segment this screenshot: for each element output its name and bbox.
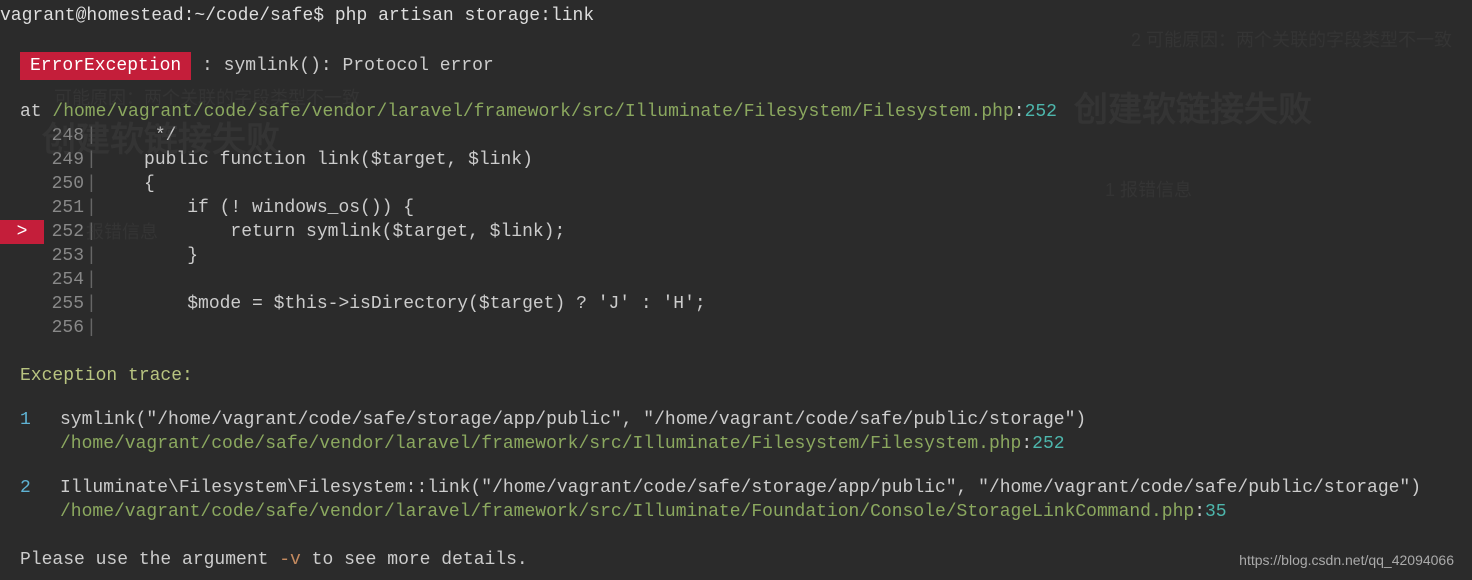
trace-header: Exception trace: bbox=[0, 364, 1472, 388]
code-line: 251| if (! windows_os()) { bbox=[0, 196, 1472, 220]
code-snippet: 248| */249| public function link($target… bbox=[0, 124, 1472, 340]
code-text: return symlink($target, $link); bbox=[101, 220, 565, 244]
trace-body: Illuminate\Filesystem\Filesystem::link("… bbox=[60, 476, 1472, 524]
trace-linenum: 252 bbox=[1032, 434, 1064, 454]
trace-sep: : bbox=[1021, 434, 1032, 454]
gutter-pipe: | bbox=[84, 292, 101, 316]
error-line: ErrorException : symlink(): Protocol err… bbox=[0, 52, 1472, 80]
trace-call: symlink("/home/vagrant/code/safe/storage… bbox=[60, 408, 1472, 432]
line-number: 256 bbox=[44, 316, 84, 340]
footer-arg: -v bbox=[279, 550, 301, 570]
gutter-pipe: | bbox=[84, 196, 101, 220]
at-prefix: at bbox=[20, 102, 52, 122]
code-line: 255| $mode = $this->isDirectory($target)… bbox=[0, 292, 1472, 316]
code-line: 254| bbox=[0, 268, 1472, 292]
gutter-pipe: | bbox=[84, 268, 101, 292]
trace-path: /home/vagrant/code/safe/vendor/laravel/f… bbox=[60, 502, 1194, 522]
at-linenum: 252 bbox=[1025, 102, 1057, 122]
footer-prefix: Please use the argument bbox=[20, 550, 279, 570]
line-number: 248 bbox=[44, 124, 84, 148]
error-message: symlink(): Protocol error bbox=[224, 56, 494, 76]
at-path: /home/vagrant/code/safe/vendor/laravel/f… bbox=[52, 102, 1013, 122]
code-text: } bbox=[101, 244, 198, 268]
watermark: https://blog.csdn.net/qq_42094066 bbox=[1239, 548, 1454, 572]
code-line: 253| } bbox=[0, 244, 1472, 268]
line-number: 253 bbox=[44, 244, 84, 268]
trace-sep: : bbox=[1194, 502, 1205, 522]
gutter-pipe: | bbox=[84, 244, 101, 268]
line-number: 249 bbox=[44, 148, 84, 172]
line-number: 255 bbox=[44, 292, 84, 316]
gutter-pipe: | bbox=[84, 220, 101, 244]
line-number: 251 bbox=[44, 196, 84, 220]
gutter-pipe: | bbox=[84, 316, 101, 340]
at-line: at /home/vagrant/code/safe/vendor/larave… bbox=[0, 100, 1472, 124]
trace-item: 2Illuminate\Filesystem\Filesystem::link(… bbox=[0, 476, 1472, 524]
trace-location: /home/vagrant/code/safe/vendor/laravel/f… bbox=[60, 500, 1472, 524]
trace-number: 2 bbox=[20, 476, 60, 524]
prompt-prefix: vagrant@homestead:~/code/safe$ bbox=[0, 6, 324, 26]
arrow-icon: > bbox=[0, 220, 44, 244]
trace-linenum: 35 bbox=[1205, 502, 1227, 522]
trace-path: /home/vagrant/code/safe/vendor/laravel/f… bbox=[60, 434, 1021, 454]
command-text: php artisan storage:link bbox=[335, 6, 594, 26]
line-number: 252 bbox=[44, 220, 84, 244]
trace-item: 1symlink("/home/vagrant/code/safe/storag… bbox=[0, 408, 1472, 456]
code-line: >252| return symlink($target, $link); bbox=[0, 220, 1472, 244]
code-text: $mode = $this->isDirectory($target) ? 'J… bbox=[101, 292, 706, 316]
trace-body: symlink("/home/vagrant/code/safe/storage… bbox=[60, 408, 1472, 456]
at-sep: : bbox=[1014, 102, 1025, 122]
trace-location: /home/vagrant/code/safe/vendor/laravel/f… bbox=[60, 432, 1472, 456]
code-text: */ bbox=[101, 124, 177, 148]
gutter-pipe: | bbox=[84, 148, 101, 172]
prompt-line: vagrant@homestead:~/code/safe$ php artis… bbox=[0, 0, 1472, 32]
code-text: if (! windows_os()) { bbox=[101, 196, 414, 220]
code-line: 249| public function link($target, $link… bbox=[0, 148, 1472, 172]
line-number: 254 bbox=[44, 268, 84, 292]
error-badge: ErrorException bbox=[20, 52, 191, 80]
line-number: 250 bbox=[44, 172, 84, 196]
gutter-pipe: | bbox=[84, 124, 101, 148]
gutter-pipe: | bbox=[84, 172, 101, 196]
terminal-output: vagrant@homestead:~/code/safe$ php artis… bbox=[0, 0, 1472, 572]
trace-call: Illuminate\Filesystem\Filesystem::link("… bbox=[60, 476, 1472, 500]
footer-suffix: to see more details. bbox=[301, 550, 528, 570]
trace-number: 1 bbox=[20, 408, 60, 456]
code-text: public function link($target, $link) bbox=[101, 148, 533, 172]
error-separator: : bbox=[202, 56, 224, 76]
code-text: { bbox=[101, 172, 155, 196]
code-line: 256| bbox=[0, 316, 1472, 340]
code-line: 248| */ bbox=[0, 124, 1472, 148]
code-line: 250| { bbox=[0, 172, 1472, 196]
